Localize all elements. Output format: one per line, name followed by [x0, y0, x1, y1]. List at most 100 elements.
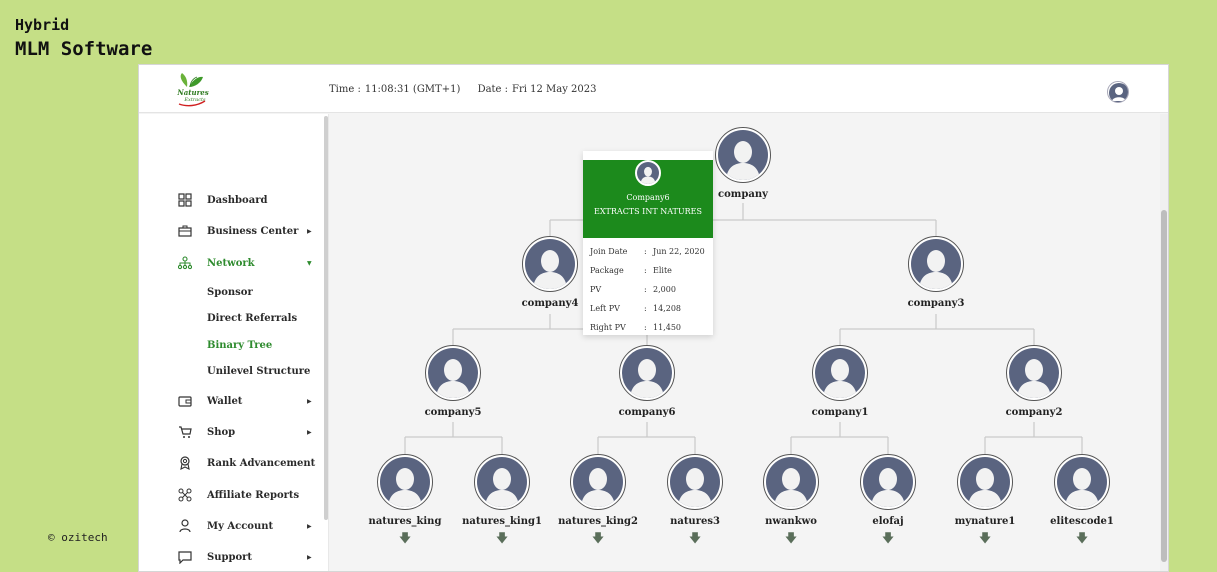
person-icon: [533, 250, 567, 289]
caret-right-icon: ▶: [307, 553, 312, 561]
sidebar-item-label: Network: [207, 257, 255, 269]
sidebar-item-label: Affiliate Reports: [207, 489, 300, 501]
popup-row-right-pv: Right PV:11,450: [590, 323, 713, 342]
sidebar-item-network[interactable]: Network ▼: [139, 252, 323, 274]
sidebar-item-label: Wallet: [207, 395, 243, 407]
person-icon: [774, 468, 808, 507]
member-avatar[interactable]: [715, 127, 771, 183]
person-icon: [871, 468, 905, 507]
popup-value: Jun 22, 2020: [653, 247, 705, 256]
popup-value: Elite: [653, 266, 672, 275]
sidebar-scrollbar[interactable]: [324, 116, 328, 520]
member-name: company1: [811, 407, 869, 418]
sidebar-subitem-binary-tree[interactable]: Binary Tree: [207, 340, 272, 351]
sidebar-item-label: Rank Advancement: [207, 457, 316, 469]
promo-line-1: Hybrid: [15, 16, 70, 34]
time-value: 11:08:31 (GMT+1): [364, 84, 461, 95]
popup-key: PV: [590, 285, 602, 294]
person-icon: [968, 468, 1002, 507]
sidebar-item-wallet[interactable]: Wallet ▶: [139, 390, 323, 412]
popup-key: Right PV: [590, 323, 626, 332]
sidebar-item-business-center[interactable]: Business Center ▶: [139, 220, 323, 242]
sidebar-item-support[interactable]: Support ▶: [139, 546, 323, 568]
user-avatar-icon: [1109, 83, 1128, 102]
person-icon: [581, 468, 615, 507]
award-icon: [177, 455, 193, 471]
member-avatar[interactable]: [908, 236, 964, 292]
caret-right-icon: ▶: [307, 227, 312, 235]
person-icon: [1017, 359, 1051, 398]
app-window: Natures Extracts Time :11:08:31 (GMT+1) …: [138, 64, 1169, 572]
chat-icon: [177, 549, 193, 565]
top-bar: Natures Extracts Time :11:08:31 (GMT+1) …: [139, 65, 1168, 113]
sidebar-item-label: Dashboard: [207, 194, 268, 206]
sidebar-item-rank-advancement[interactable]: Rank Advancement: [139, 452, 323, 474]
member-avatar[interactable]: [1054, 454, 1110, 510]
credit-text: © ozitech: [48, 531, 108, 544]
popup-value: 11,450: [653, 323, 681, 332]
popup-colon: :: [644, 266, 647, 275]
sidebar-subitem-unilevel-structure[interactable]: Unilevel Structure: [207, 366, 310, 377]
sidebar: Dashboard Business Center ▶ Network ▼ Sp…: [139, 114, 329, 571]
person-icon: [485, 468, 519, 507]
sidebar-subitem-direct-referrals[interactable]: Direct Referrals: [207, 313, 297, 324]
tree-node: elitescode1 🡇: [1022, 454, 1142, 544]
user-avatar-button[interactable]: [1107, 81, 1129, 103]
arrow-down-icon[interactable]: 🡇: [1022, 532, 1142, 544]
briefcase-icon: [177, 223, 193, 239]
person-icon: [1065, 468, 1099, 507]
sidebar-item-label: My Account: [207, 520, 274, 532]
member-avatar[interactable]: [860, 454, 916, 510]
person-icon: [630, 359, 664, 398]
time-label: Time :: [329, 84, 361, 95]
popup-fullname: EXTRACTS INT NATURES: [594, 207, 702, 216]
tree-node: company6: [587, 345, 707, 418]
sidebar-item-label: Business Center: [207, 225, 299, 237]
popup-colon: :: [644, 304, 647, 313]
cart-icon: [177, 424, 193, 440]
promo-line-2: MLM Software: [15, 38, 153, 60]
sidebar-item-affiliate-reports[interactable]: Affiliate Reports: [139, 484, 323, 506]
date-value: Fri 12 May 2023: [512, 84, 597, 95]
member-name: company2: [1005, 407, 1063, 418]
member-avatar[interactable]: [377, 454, 433, 510]
brand-logo[interactable]: Natures Extracts: [173, 71, 213, 109]
member-avatar[interactable]: [812, 345, 868, 401]
member-name: company3: [907, 298, 965, 309]
popup-row-join-date: Join Date: Jun 22, 2020: [590, 247, 713, 266]
tree-node: company3: [876, 236, 996, 309]
grid-icon: [177, 192, 193, 208]
member-name: elitescode1: [1050, 516, 1114, 527]
member-avatar[interactable]: [570, 454, 626, 510]
member-avatar[interactable]: [1006, 345, 1062, 401]
person-icon: [678, 468, 712, 507]
member-avatar[interactable]: [957, 454, 1013, 510]
caret-right-icon: ▶: [307, 428, 312, 436]
person-icon: [823, 359, 857, 398]
datetime-display: Time :11:08:31 (GMT+1) Date : Fri 12 May …: [329, 84, 601, 95]
member-name: company5: [424, 407, 482, 418]
caret-down-icon: ▼: [307, 259, 312, 267]
member-avatar[interactable]: [619, 345, 675, 401]
sidebar-subitem-sponsor[interactable]: Sponsor: [207, 287, 253, 298]
member-avatar[interactable]: [763, 454, 819, 510]
person-icon: [919, 250, 953, 289]
popup-key: Package: [590, 266, 624, 275]
popup-key: Left PV: [590, 304, 620, 313]
sidebar-item-my-account[interactable]: My Account ▶: [139, 515, 323, 537]
tree-node: company2: [974, 345, 1094, 418]
member-avatar[interactable]: [474, 454, 530, 510]
sidebar-item-shop[interactable]: Shop ▶: [139, 421, 323, 443]
tree-node: company1: [780, 345, 900, 418]
popup-colon: :: [644, 285, 647, 294]
member-avatar[interactable]: [425, 345, 481, 401]
sidebar-item-dashboard[interactable]: Dashboard: [139, 189, 323, 211]
share-icon: [177, 487, 193, 503]
member-avatar[interactable]: [667, 454, 723, 510]
member-avatar[interactable]: [522, 236, 578, 292]
popup-value: 2,000: [653, 285, 676, 294]
main-scrollbar-thumb[interactable]: [1161, 210, 1167, 562]
popup-colon: :: [644, 323, 647, 332]
wallet-icon: [177, 393, 193, 409]
popup-header: Company6 EXTRACTS INT NATURES: [583, 160, 713, 238]
